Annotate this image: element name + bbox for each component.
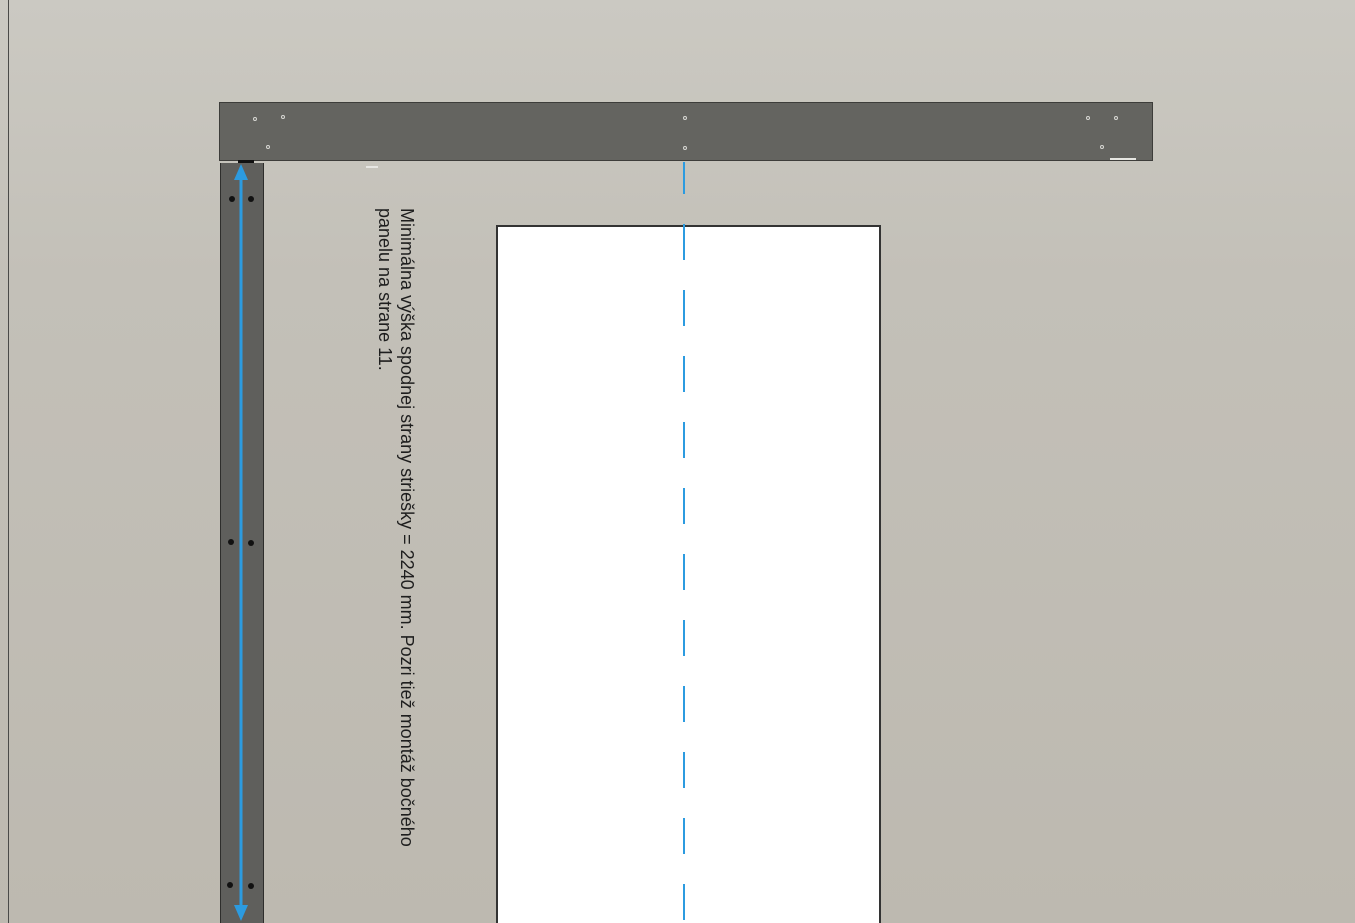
- note-line-2: panelu na strane 11.: [375, 208, 395, 371]
- label-marker-left: [366, 166, 378, 168]
- installation-diagram: Minimálna výška spodnej strany striešky …: [0, 0, 1355, 923]
- note-line-1: Minimálna výška spodnej strany striešky …: [397, 208, 417, 847]
- arrow-head-top: [234, 164, 248, 180]
- minimum-height-note: Minimálna výška spodnej strany striešky …: [374, 208, 418, 847]
- arrow-head-bottom: [234, 905, 248, 921]
- label-marker-right: [1110, 158, 1136, 160]
- corner-marker: [238, 160, 254, 163]
- annotation-layer: [234, 158, 1136, 923]
- dimension-arrow: [234, 164, 248, 921]
